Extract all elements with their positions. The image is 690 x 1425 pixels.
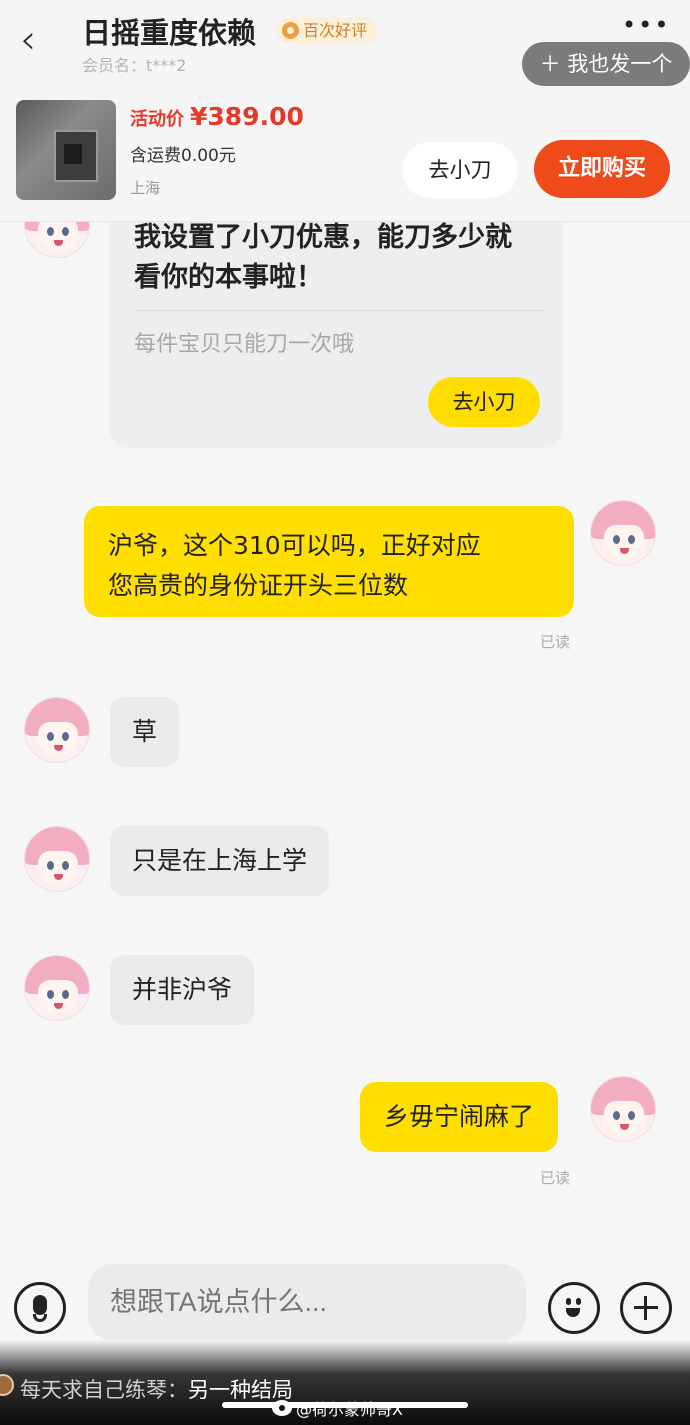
bargain-card-subtext: 每件宝贝只能刀一次哦 [134, 332, 355, 357]
plus-icon [634, 1296, 658, 1320]
rating-badge: 百次好评 [276, 17, 378, 44]
product-location: 上海 [130, 179, 161, 197]
live-comment: 每天求自己练琴：另一种结局 [20, 1374, 293, 1404]
product-image[interactable] [16, 100, 116, 200]
shipping-info: 含运费0.00元 [130, 146, 236, 166]
bargain-card: 我设置了小刀优惠，能刀多少就看你的本事啦！ 每件宝贝只能刀一次哦 去小刀 [110, 200, 562, 448]
emoji-icon [559, 1293, 589, 1323]
buy-now-button[interactable]: 立即购买 [534, 140, 670, 198]
price-label: 活动价 [130, 109, 184, 130]
voice-button[interactable] [14, 1282, 66, 1334]
avatar[interactable] [24, 826, 90, 892]
divider [134, 310, 546, 311]
plus-button[interactable] [620, 1282, 672, 1334]
chat-header: ‹ 日摇重度依赖 百次好评 会员名：t***2 ••• ＋ 我也发一个 活动价 ¥… [0, 0, 690, 222]
more-dots-icon[interactable]: ••• [622, 13, 670, 37]
rating-badge-label: 百次好评 [303, 21, 368, 40]
read-status: 已读 [540, 1169, 571, 1187]
weibo-icon [272, 1400, 292, 1416]
message-bubble-in[interactable]: 草 [110, 697, 180, 767]
chevron-left-icon: ‹ [20, 17, 36, 63]
watermark: @荷尔蒙帅哥X [272, 1396, 403, 1420]
post-also-button[interactable]: ＋ 我也发一个 [522, 42, 690, 86]
watermark-text: @荷尔蒙帅哥X [296, 1400, 403, 1419]
message-bubble-in[interactable]: 只是在上海上学 [110, 826, 330, 896]
back-button[interactable]: ‹ [20, 18, 60, 62]
price-line: 活动价 ¥389.00 [130, 102, 304, 131]
self-avatar[interactable] [590, 1076, 656, 1142]
self-avatar[interactable] [590, 500, 656, 566]
microphone-stand [33, 1314, 47, 1322]
message-bubble-in[interactable]: 并非沪爷 [110, 955, 255, 1025]
avatar[interactable] [24, 955, 90, 1021]
microphone-icon [33, 1295, 47, 1315]
read-status: 已读 [540, 633, 571, 651]
avatar[interactable] [24, 697, 90, 763]
message-input[interactable] [88, 1264, 526, 1340]
message-bubble-out[interactable]: 乡毋宁闹麻了 [360, 1082, 559, 1152]
bargain-button[interactable]: 去小刀 [402, 142, 518, 198]
message-text: 沪爷，这个310可以吗，正好对应 [108, 531, 481, 560]
bargain-card-text: 我设置了小刀优惠，能刀多少就看你的本事啦！ [134, 222, 512, 293]
member-name: 会员名：t***2 [82, 56, 187, 75]
message-text: 您高贵的身份证开头三位数 [108, 571, 409, 600]
comment-user: 每天求自己练琴： [20, 1378, 188, 1402]
card-bargain-button[interactable]: 去小刀 [428, 377, 540, 427]
price-value: ¥389.00 [190, 102, 304, 131]
seller-name: 日摇重度依赖 [82, 16, 257, 50]
badge-icon [282, 22, 299, 39]
emoji-button[interactable] [548, 1282, 600, 1334]
message-bubble-out[interactable]: 沪爷，这个310可以吗，正好对应 您高贵的身份证开头三位数 [84, 506, 574, 617]
